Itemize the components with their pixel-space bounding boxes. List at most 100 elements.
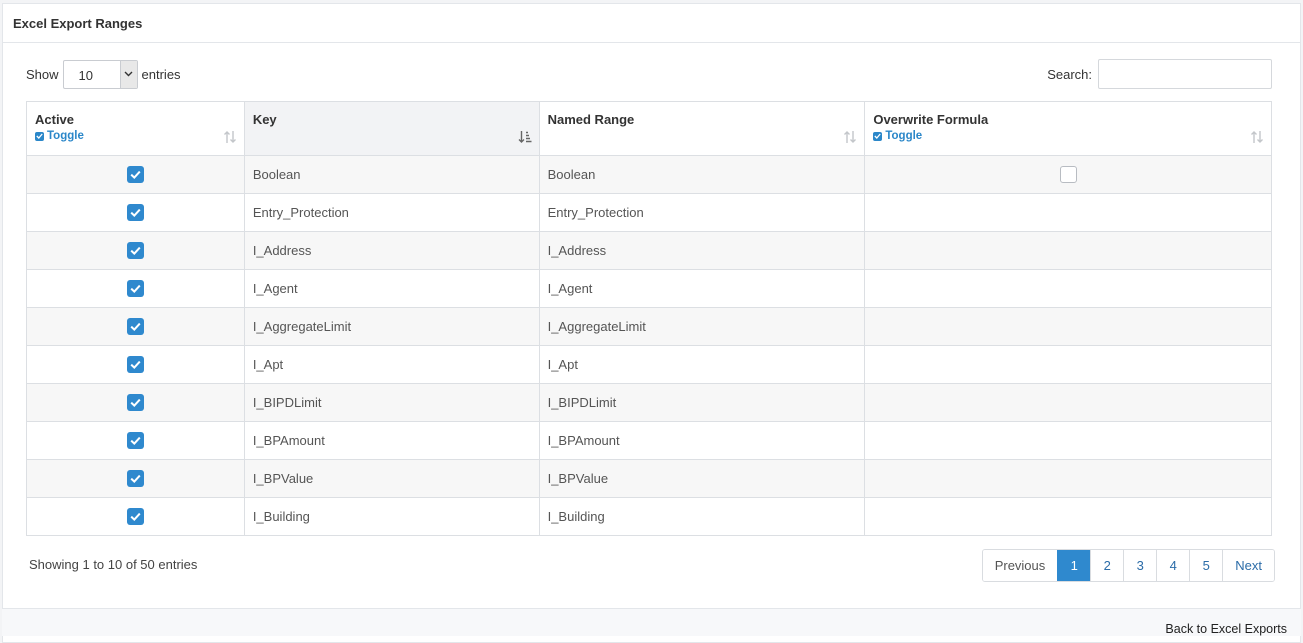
page-button-2[interactable]: 2 (1090, 550, 1124, 581)
table-row: I_Building I_Building (26, 497, 1272, 536)
table-row: I_Address I_Address (26, 231, 1272, 270)
overwrite-formula-cell (864, 383, 1272, 422)
named-range-cell: I_BIPDLimit (538, 383, 866, 422)
column-title-overwrite-formula: Overwrite Formula (873, 112, 989, 127)
key-cell: I_BIPDLimit (243, 383, 540, 422)
next-page-button[interactable]: Next (1222, 550, 1274, 581)
table-controls: Show 10 entries Search: (26, 59, 1272, 91)
named-range-cell: Entry_Protection (538, 193, 866, 232)
panel-title: Excel Export Ranges (13, 15, 143, 31)
checkbox-icon (873, 131, 883, 141)
named-range-cell: I_Agent (538, 269, 866, 308)
active-checkbox[interactable] (126, 432, 144, 450)
search-label: Search: (1047, 66, 1092, 82)
key-cell: I_Apt (243, 345, 540, 384)
named-range-cell: I_AggregateLimit (538, 307, 866, 346)
named-range-cell: Boolean (538, 155, 866, 194)
active-checkbox[interactable] (126, 280, 144, 298)
column-title-key: Key (252, 112, 277, 127)
table-row: I_BPAmount I_BPAmount (26, 421, 1272, 460)
key-cell: I_AggregateLimit (243, 307, 540, 346)
entries-select[interactable]: 10 (62, 59, 138, 89)
ranges-table: Active Toggle Key Named Range Overwrite … (26, 101, 1272, 536)
key-cell: Boolean (243, 155, 540, 194)
active-cell (26, 193, 245, 232)
overwrite-formula-cell (864, 231, 1272, 270)
column-header-key[interactable]: Key (243, 101, 540, 156)
table-row: Entry_Protection Entry_Protection (26, 193, 1272, 232)
key-cell: I_Address (243, 231, 540, 270)
toggle-label: Toggle (885, 130, 923, 142)
active-checkbox[interactable] (126, 318, 144, 336)
key-cell: I_Building (243, 497, 540, 536)
table-row: I_Apt I_Apt (26, 345, 1272, 384)
active-cell (26, 421, 245, 460)
active-checkbox[interactable] (126, 166, 144, 184)
named-range-cell: I_BPAmount (538, 421, 866, 460)
chevron-down-icon[interactable] (119, 60, 137, 88)
active-checkbox[interactable] (126, 242, 144, 260)
table-info: Showing 1 to 10 of 50 entries (29, 557, 198, 572)
overwrite-formula-cell (864, 421, 1272, 460)
overwrite-formula-cell (864, 155, 1272, 194)
overwrite-formula-cell (864, 497, 1272, 536)
show-label: Show (26, 66, 59, 82)
overwrite-formula-cell (864, 459, 1272, 498)
key-cell: I_BPAmount (243, 421, 540, 460)
column-header-active[interactable]: Active Toggle (26, 101, 245, 156)
active-checkbox[interactable] (126, 394, 144, 412)
checkbox-icon (35, 131, 44, 141)
page-length-control: Show 10 entries (26, 59, 181, 89)
table-row: Boolean Boolean (26, 155, 1272, 194)
active-checkbox[interactable] (126, 356, 144, 374)
active-cell (26, 497, 245, 536)
pagination: Previous 1 2 3 4 5 Next (981, 549, 1275, 582)
active-cell (26, 383, 245, 422)
overwrite-formula-checkbox[interactable] (1059, 166, 1077, 184)
toggle-label: Toggle (47, 130, 84, 142)
panel-footer: Back to Excel Exports (2, 608, 1301, 636)
search-control: Search: (1047, 59, 1272, 89)
active-checkbox[interactable] (126, 204, 144, 222)
active-cell (26, 269, 245, 308)
page-button-1[interactable]: 1 (1057, 550, 1091, 581)
table-row: I_Agent I_Agent (26, 269, 1272, 308)
search-input[interactable] (1098, 59, 1272, 89)
active-checkbox[interactable] (126, 470, 144, 488)
overwrite-formula-cell (864, 193, 1272, 232)
overwrite-formula-cell (864, 345, 1272, 384)
named-range-cell: I_Apt (538, 345, 866, 384)
active-checkbox[interactable] (126, 508, 144, 526)
active-cell (26, 231, 245, 270)
column-header-named-range[interactable]: Named Range (538, 101, 866, 156)
toggle-active-link[interactable]: Toggle (35, 130, 84, 142)
key-cell: Entry_Protection (243, 193, 540, 232)
page-button-5[interactable]: 5 (1189, 550, 1223, 581)
table-row: I_AggregateLimit I_AggregateLimit (26, 307, 1272, 346)
active-cell (26, 307, 245, 346)
back-to-excel-exports-link[interactable]: Back to Excel Exports (1165, 622, 1287, 636)
sort-ascending-icon[interactable] (518, 129, 532, 145)
key-cell: I_Agent (243, 269, 540, 308)
previous-page-button[interactable]: Previous (982, 550, 1058, 581)
named-range-cell: I_Building (538, 497, 866, 536)
key-cell: I_BPValue (243, 459, 540, 498)
named-range-cell: I_Address (538, 231, 866, 270)
sort-both-icon[interactable] (223, 129, 237, 145)
table-header-row: Active Toggle Key Named Range Overwrite … (26, 101, 1272, 156)
panel-header: Excel Export Ranges (3, 4, 1300, 43)
active-cell (26, 155, 245, 194)
table-body: Boolean Boolean Entry_Protection Entry_Prot… (26, 155, 1272, 536)
entries-select-value: 10 (78, 67, 93, 83)
overwrite-formula-cell (864, 269, 1272, 308)
named-range-cell: I_BPValue (538, 459, 866, 498)
column-header-overwrite-formula[interactable]: Overwrite Formula Toggle (864, 101, 1272, 156)
entries-label: entries (141, 66, 181, 82)
page-button-3[interactable]: 3 (1123, 550, 1157, 581)
toggle-overwrite-link[interactable]: Toggle (873, 130, 922, 142)
sort-both-icon[interactable] (1250, 129, 1264, 145)
table-row: I_BIPDLimit I_BIPDLimit (26, 383, 1272, 422)
table-row: I_BPValue I_BPValue (26, 459, 1272, 498)
page-button-4[interactable]: 4 (1156, 550, 1190, 581)
sort-both-icon[interactable] (843, 129, 857, 145)
